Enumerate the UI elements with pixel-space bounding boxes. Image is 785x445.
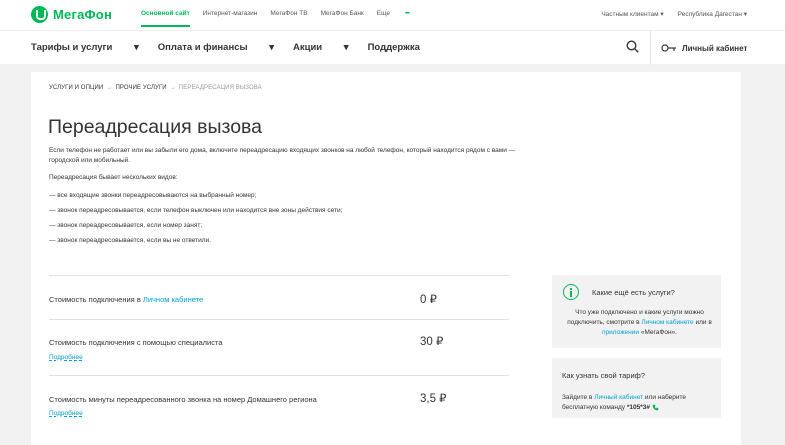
link-main-site[interactable]: Основной сайт	[141, 10, 190, 27]
breadcrumb-other[interactable]: Прочие услуги	[115, 85, 166, 91]
phone-icon	[652, 404, 659, 411]
tariff-title: Как узнать свой тариф?	[562, 371, 645, 380]
megafon-logo[interactable]: МегаФон	[31, 6, 112, 23]
price-label-text: Стоимость подключения в	[49, 295, 143, 304]
nav-tariffs[interactable]: Тарифы и услуги ▾	[31, 42, 139, 53]
client-type-select[interactable]: Частным клиентам ▾	[601, 10, 663, 18]
price-value: 3,5 ₽	[420, 393, 447, 405]
tariff-info-box: Как узнать свой тариф? Зайдите в Личный …	[552, 358, 721, 418]
megafon-logo-icon	[31, 6, 48, 23]
intro-text: Если телефон не работает или вы забыли е…	[49, 147, 516, 164]
nav-payment[interactable]: Оплата и финансы ▾	[158, 42, 274, 53]
types-list: — все входящие звонки переадресовываются…	[49, 192, 342, 252]
list-item: — звонок переадресовывается, если телефо…	[49, 207, 343, 214]
services-text-b: или в	[693, 319, 712, 326]
nav-payment-label: Оплата и финансы	[157, 42, 248, 53]
more-link[interactable]: Подробнее	[49, 410, 83, 417]
tariff-text: Зайдите в Личный кабинет или наберите бе…	[562, 393, 717, 413]
price-label: Стоимость подключения в Личном кабинете	[49, 295, 203, 304]
personal-account-link[interactable]: Личный кабинет	[594, 394, 643, 401]
breadcrumb-arrow-icon: →	[169, 85, 176, 91]
breadcrumb-services[interactable]: Услуги и опции	[49, 85, 103, 91]
services-text: Что уже подключено и какие услуги можно …	[562, 308, 717, 338]
services-text-c: «МегаФон».	[639, 329, 677, 336]
price-row-minute: Стоимость минуты переадресованного звонк…	[49, 375, 509, 435]
client-type-label: Частным клиентам	[601, 11, 659, 18]
link-megafon-bank[interactable]: МегаФон Банк	[321, 10, 364, 27]
price-label: Стоимость подключения с помощью специали…	[49, 338, 223, 347]
link-online-store[interactable]: Интернет-магазин	[203, 10, 258, 27]
tariff-text-a: Зайдите в	[562, 394, 595, 401]
more-link[interactable]: Подробнее	[49, 354, 83, 361]
region-label: Республика Дагестан	[677, 11, 742, 18]
dots-icon: •••	[405, 10, 410, 17]
app-link[interactable]: приложении	[602, 329, 639, 336]
price-row-connect-account: Стоимость подключения в Личном кабинете …	[49, 275, 509, 319]
services-title: Какие ещё есть услуги?	[592, 288, 675, 297]
page-title: Переадресация вызова	[48, 116, 263, 138]
price-row-connect-specialist: Стоимость подключения с помощью специали…	[49, 319, 509, 375]
logo-text: МегаФон	[53, 7, 112, 22]
account-label: Личный кабинет	[682, 43, 748, 53]
list-item: — звонок переадресовывается, если вы не …	[49, 237, 211, 244]
breadcrumb-current: Переадресация вызова	[178, 85, 262, 91]
top-right: Частным клиентам ▾ Республика Дагестан ▾	[601, 10, 747, 18]
key-icon	[661, 44, 676, 52]
link-megafon-tv[interactable]: МегаФон ТВ	[270, 10, 307, 27]
breadcrumb: Услуги и опции → Прочие услуги → Переадресац…	[49, 85, 262, 91]
breadcrumb-arrow-icon: →	[106, 85, 113, 91]
personal-account-link[interactable]: Личном кабинете	[143, 295, 203, 304]
price-value: 0 ₽	[420, 294, 437, 306]
link-more[interactable]: Еще •••	[377, 10, 422, 27]
nav-support[interactable]: Поддержка	[368, 42, 420, 53]
info-icon	[563, 284, 579, 300]
main-nav: Тарифы и услуги ▾ Оплата и финансы ▾ Акц…	[0, 30, 785, 65]
nav-tariffs-label: Тарифы и услуги	[31, 42, 113, 53]
price-label: Стоимость минуты переадресованного звонк…	[49, 395, 317, 404]
personal-account-link[interactable]: Личном кабинете	[641, 319, 693, 326]
search-icon[interactable]	[626, 40, 639, 53]
price-value: 30 ₽	[420, 336, 444, 348]
nav-promos[interactable]: Акции ▾	[293, 42, 349, 53]
list-item: — звонок переадресовывается, если номер …	[49, 222, 203, 229]
site-links: Основной сайт Интернет-магазин МегаФон Т…	[141, 10, 435, 27]
nav-promos-label: Акции	[293, 42, 323, 53]
list-item: — все входящие звонки переадресовываются…	[49, 192, 257, 199]
top-bar: МегаФон Основной сайт Интернет-магазин М…	[0, 0, 785, 30]
more-label: Еще	[376, 10, 391, 17]
nav-items: Тарифы и услуги ▾ Оплата и финансы ▾ Акц…	[31, 42, 439, 53]
services-info-box: Какие ещё есть услуги? Что уже подключен…	[552, 275, 721, 348]
account-button[interactable]: Личный кабинет	[650, 31, 747, 65]
types-title: Переадресация бывает нескольких видов:	[49, 174, 178, 181]
ussd-command: *105*3#	[626, 404, 650, 411]
region-select[interactable]: Республика Дагестан ▾	[678, 10, 747, 18]
